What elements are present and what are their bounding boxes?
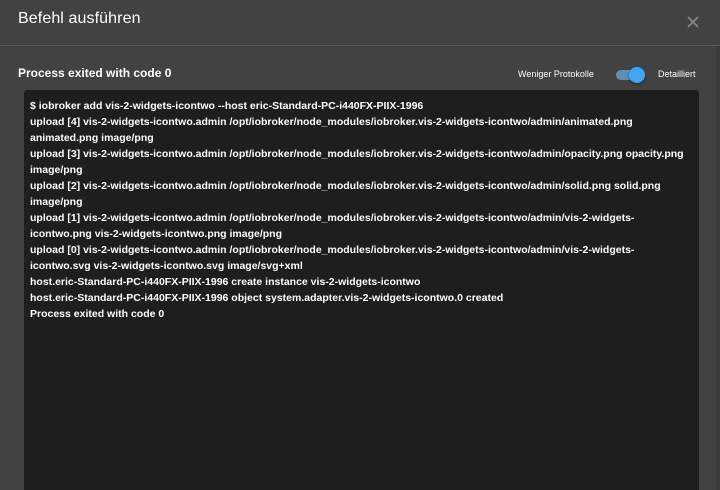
log-line: $ iobroker add vis-2-widgets-icontwo --h… [30,100,424,112]
log-line: upload [2] vis-2-widgets-icontwo.admin /… [30,180,664,208]
log-line: upload [0] vis-2-widgets-icontwo.admin /… [30,244,635,272]
log-output[interactable]: $ iobroker add vis-2-widgets-icontwo --h… [24,90,699,490]
command-dialog: Befehl ausführen Process exited with cod… [0,0,720,490]
dialog-title: Befehl ausführen [18,10,141,27]
log-line: upload [3] vis-2-widgets-icontwo.admin /… [30,148,687,176]
scroll-edge [716,46,720,490]
log-lines: $ iobroker add vis-2-widgets-icontwo --h… [30,98,695,322]
log-line: upload [1] vis-2-widgets-icontwo.admin /… [30,212,635,240]
less-logs-label: Weniger Protokolle [518,69,594,79]
log-line: upload [4] vis-2-widgets-icontwo.admin /… [30,116,636,144]
process-status-title: Process exited with code 0 [18,66,172,80]
log-line: host.eric-Standard-PC-i440FX-PIIX-1996 c… [30,276,421,288]
log-line: host.eric-Standard-PC-i440FX-PIIX-1996 o… [30,292,504,304]
dialog-header: Befehl ausführen [0,0,720,46]
close-icon [687,16,699,28]
log-line: Process exited with code 0 [30,308,165,320]
log-detail-toggle-area: Weniger Protokolle Detailliert [518,64,708,86]
detailed-label: Detailliert [658,69,696,79]
close-button[interactable] [682,11,704,33]
switch-thumb [629,67,645,83]
log-detail-switch[interactable] [616,67,646,83]
